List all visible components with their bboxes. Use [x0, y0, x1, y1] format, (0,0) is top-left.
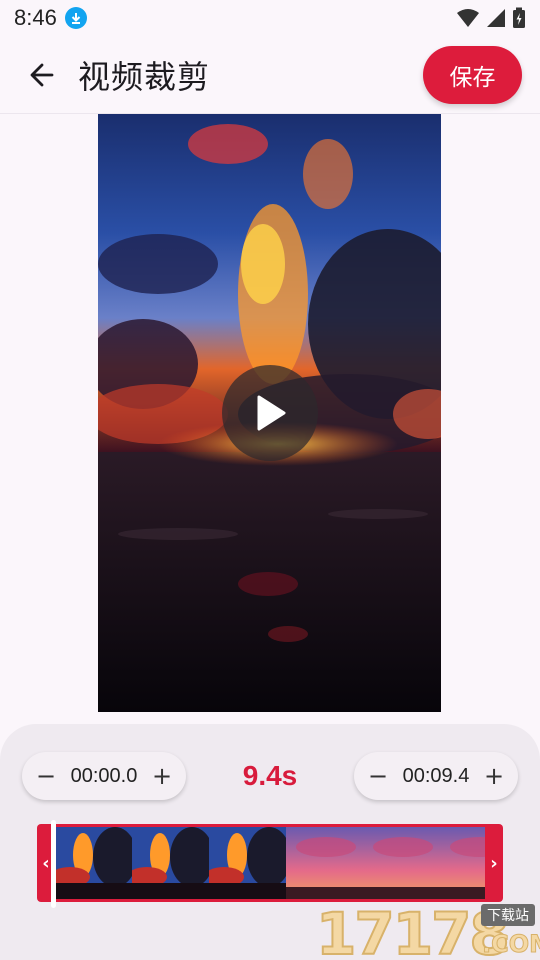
chevron-right-icon: ›: [490, 852, 498, 874]
end-plus-button[interactable]: +: [484, 764, 504, 788]
trim-timeline[interactable]: ‹ ›: [37, 824, 503, 902]
status-time: 8:46: [14, 5, 57, 30]
watermark-tag: 下载站: [481, 904, 535, 926]
save-button[interactable]: 保存: [423, 46, 522, 104]
download-icon: [64, 7, 87, 29]
watermark-digits: 17178: [315, 899, 511, 960]
thumbnail: [209, 827, 286, 899]
start-time-stepper: − 00:00.0 +: [22, 752, 186, 800]
start-minus-button[interactable]: −: [36, 764, 56, 788]
play-button[interactable]: [222, 365, 318, 461]
app-bar: 视频裁剪 保存: [0, 36, 540, 114]
playhead[interactable]: [51, 820, 56, 908]
right-trim-handle[interactable]: ›: [485, 824, 503, 902]
page-title: 视频裁剪: [78, 57, 211, 96]
thumbnail: [132, 827, 209, 899]
duration-label: 9.4s: [242, 760, 298, 791]
chevron-left-icon: ‹: [42, 852, 50, 874]
thumbnail: [55, 827, 132, 899]
back-button[interactable]: [20, 53, 64, 97]
thumbnail-strip: [55, 827, 485, 899]
end-time-value: 00:09.4: [402, 764, 470, 787]
start-plus-button[interactable]: +: [152, 764, 172, 788]
battery-icon: [513, 7, 525, 28]
thumbnail: [440, 827, 485, 899]
start-time-value: 00:00.0: [70, 764, 138, 787]
status-bar: 8:46: [0, 0, 540, 36]
end-time-stepper: − 00:09.4 +: [354, 752, 518, 800]
arrow-back-icon: [30, 63, 54, 86]
play-icon: [257, 395, 286, 431]
signal-icon: [487, 9, 505, 27]
wifi-icon: [457, 9, 479, 27]
watermark-domain: .COM: [481, 930, 540, 959]
thumbnail: [286, 827, 363, 899]
status-icons: [456, 7, 526, 29]
watermark-logo: 17178 下载站 .COM: [315, 899, 540, 960]
thumbnail: [363, 827, 440, 899]
end-minus-button[interactable]: −: [368, 764, 388, 788]
